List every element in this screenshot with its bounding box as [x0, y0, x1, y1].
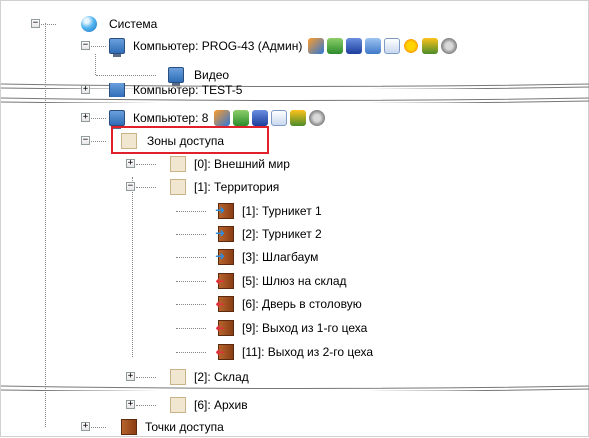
node-label: Компьютер: TEST-5 — [133, 83, 243, 97]
tree-line — [176, 211, 206, 212]
collapsed-section-divider — [1, 385, 589, 391]
door-entry-icon — [215, 226, 234, 242]
node-label: [0]: Внешний мир — [194, 157, 290, 171]
expand-icon[interactable]: + — [81, 422, 90, 431]
tool-icon[interactable] — [346, 38, 363, 54]
document-icon[interactable] — [271, 110, 288, 126]
tree-node-computer-prog43[interactable]: − Компьютер: PROG-43 (Админ) — [81, 35, 458, 57]
tree-line — [176, 328, 206, 329]
tree-line — [91, 46, 106, 47]
node-label: Компьютер: 8 — [133, 111, 209, 125]
door-exit-icon — [218, 320, 234, 336]
node-label: [9]: Выход из 1-го цеха — [242, 321, 368, 335]
tree-line — [176, 352, 206, 353]
tree-line — [41, 24, 56, 25]
node-label: [5]: Шлюз на склад — [242, 274, 347, 288]
tree-node-point[interactable]: [2]: Турникет 2 — [176, 223, 322, 245]
tree-node-point[interactable]: [5]: Шлюз на склад — [176, 270, 347, 292]
tree-line — [136, 377, 156, 378]
tree-line — [176, 257, 206, 258]
node-label: [3]: Шлагбаум — [242, 250, 319, 264]
door-entry-icon — [215, 203, 234, 219]
computer-icon — [109, 38, 125, 57]
collapse-icon[interactable]: − — [81, 41, 90, 50]
expand-icon[interactable]: + — [81, 113, 90, 122]
node-label: Компьютер: PROG-43 (Админ) — [133, 39, 303, 53]
node-label: [1]: Территория — [194, 180, 280, 194]
tree-node-point[interactable]: [9]: Выход из 1-го цеха — [176, 317, 367, 339]
tool-icon[interactable] — [327, 38, 344, 54]
tree-node-point[interactable]: [11]: Выход из 2-го цеха — [176, 341, 373, 363]
tree-line — [91, 427, 106, 428]
node-label: Система — [109, 17, 158, 31]
tree-node-point[interactable]: [1]: Турникет 1 — [176, 200, 322, 222]
selection-highlight — [111, 126, 269, 154]
tree-line — [132, 177, 133, 357]
door-icon — [121, 419, 137, 435]
tree-node-point[interactable]: [6]: Дверь в столовую — [176, 293, 362, 315]
collapse-icon[interactable]: − — [31, 19, 40, 28]
node-label: [2]: Турникет 2 — [242, 227, 322, 241]
video-icon — [168, 67, 184, 86]
zone-icon — [170, 179, 186, 195]
tree-line — [96, 75, 156, 76]
tool-icon[interactable] — [233, 110, 250, 126]
tree-line — [136, 405, 156, 406]
tree-node-access-points[interactable]: + Точки доступа — [81, 416, 224, 438]
expand-icon[interactable]: + — [126, 159, 135, 168]
expand-icon[interactable]: + — [81, 85, 90, 94]
sun-icon[interactable] — [403, 38, 420, 54]
collapsed-section-divider — [1, 97, 589, 103]
document-icon[interactable] — [384, 38, 401, 54]
tree-line — [136, 164, 156, 165]
tool-icon[interactable] — [252, 110, 269, 126]
tree-node-system[interactable]: − Система — [31, 13, 157, 35]
node-label: [6]: Дверь в столовую — [242, 297, 362, 311]
zone-icon — [170, 369, 186, 385]
tool-icon[interactable] — [290, 110, 307, 126]
tool-icon[interactable] — [308, 38, 325, 54]
tree-node-computer-test[interactable]: + Компьютер: TEST-5 — [81, 83, 242, 97]
tree-view[interactable]: − Система − Компьютер: PROG-43 (Админ) В… — [0, 0, 589, 437]
zone-icon — [170, 397, 186, 413]
tree-line — [136, 187, 156, 188]
node-label: [6]: Архив — [194, 398, 248, 412]
node-label: [1]: Турникет 1 — [242, 204, 322, 218]
disc-icon[interactable] — [309, 110, 326, 126]
node-label: Видео — [194, 68, 230, 82]
computer-icon — [109, 83, 125, 97]
disc-icon[interactable] — [441, 38, 458, 54]
tool-icon[interactable] — [214, 110, 231, 126]
tool-icon[interactable] — [422, 38, 439, 54]
node-label: Точки доступа — [145, 420, 224, 434]
door-exit-icon — [218, 273, 234, 289]
collapse-icon[interactable]: − — [126, 182, 135, 191]
globe-icon — [81, 16, 97, 32]
computer-icon — [109, 110, 125, 129]
node-label: [11]: Выход из 2-го цеха — [242, 345, 374, 359]
door-exit-icon — [218, 296, 234, 312]
tree-node-zone-6[interactable]: + [6]: Архив — [126, 394, 248, 416]
tree-node-zone-1[interactable]: − [1]: Территория — [126, 176, 279, 198]
tree-node-zone-0[interactable]: + [0]: Внешний мир — [126, 153, 290, 175]
expand-icon[interactable]: + — [126, 400, 135, 409]
tree-line — [91, 141, 106, 142]
tree-line — [176, 281, 206, 282]
tree-line — [91, 118, 106, 119]
door-entry-icon — [215, 249, 234, 265]
node-label: [2]: Склад — [194, 370, 249, 384]
collapse-icon[interactable]: − — [81, 136, 90, 145]
door-exit-icon — [218, 344, 234, 360]
tree-line — [176, 304, 206, 305]
zone-icon — [170, 156, 186, 172]
tree-node-point[interactable]: [3]: Шлагбаум — [176, 246, 318, 268]
tool-icon[interactable] — [365, 38, 382, 54]
expand-icon[interactable]: + — [126, 372, 135, 381]
tree-line — [176, 234, 206, 235]
